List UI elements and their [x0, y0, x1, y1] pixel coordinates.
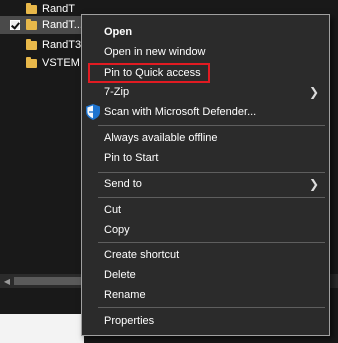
- menu-item-label: Rename: [104, 289, 146, 301]
- menu-item-copy[interactable]: Copy: [82, 220, 329, 240]
- folder-icon: [26, 56, 37, 68]
- menu-separator: [98, 125, 325, 126]
- menu-item-always-offline[interactable]: Always available offline: [82, 128, 329, 148]
- scroll-thumb[interactable]: [14, 277, 84, 285]
- file-row-randt-selected[interactable]: RandT...: [0, 16, 84, 34]
- menu-item-label: Create shortcut: [104, 249, 180, 261]
- context-menu: Open Open in new window Pin to Quick acc…: [81, 14, 330, 336]
- menu-item-pin-to-start[interactable]: Pin to Start: [82, 148, 329, 168]
- menu-item-create-shortcut[interactable]: Create shortcut: [82, 245, 329, 265]
- shield-icon: [86, 104, 100, 120]
- menu-item-delete[interactable]: Delete: [82, 265, 329, 285]
- file-name: RandT...: [42, 19, 83, 31]
- menu-item-label: Properties: [104, 315, 155, 327]
- file-name: RandT: [42, 3, 76, 15]
- menu-item-rename[interactable]: Rename: [82, 285, 329, 305]
- menu-item-label: Send to: [104, 178, 142, 190]
- menu-item-label: Open: [104, 26, 133, 38]
- menu-item-label: Open in new window: [104, 46, 206, 58]
- menu-item-label: Delete: [104, 269, 136, 281]
- file-name: RandT3: [42, 39, 82, 51]
- file-name: VSTEM: [42, 57, 80, 69]
- menu-item-label: Always available offline: [104, 132, 218, 144]
- file-row-randt3[interactable]: RandT3: [0, 36, 84, 54]
- menu-item-scan-defender[interactable]: Scan with Microsoft Defender...: [82, 102, 329, 122]
- folder-icon: [26, 38, 37, 50]
- folder-icon: [26, 18, 37, 30]
- menu-item-properties[interactable]: Properties: [82, 311, 329, 331]
- menu-separator: [98, 197, 325, 198]
- menu-item-7zip[interactable]: 7-Zip ❯: [82, 82, 329, 102]
- details-pane-strip: [0, 314, 84, 343]
- menu-item-label: Pin to Start: [104, 152, 159, 164]
- menu-item-open-new-window[interactable]: Open in new window: [82, 42, 329, 62]
- menu-item-label: 7-Zip: [104, 86, 130, 98]
- menu-item-label: Scan with Microsoft Defender...: [104, 106, 257, 118]
- submenu-arrow-icon: ❯: [308, 85, 319, 99]
- file-row-vstem[interactable]: VSTEM: [0, 54, 84, 72]
- menu-separator: [98, 172, 325, 173]
- row-checkbox-checked[interactable]: [10, 20, 20, 30]
- submenu-arrow-icon: ❯: [308, 177, 319, 191]
- menu-separator: [98, 307, 325, 308]
- menu-item-label: Cut: [104, 204, 122, 216]
- menu-item-send-to[interactable]: Send to ❯: [82, 174, 329, 194]
- menu-item-open[interactable]: Open: [82, 22, 329, 42]
- highlight-annotation-box: [88, 63, 210, 83]
- folder-icon: [26, 2, 37, 14]
- scroll-left-arrow-icon[interactable]: ◀: [2, 276, 12, 286]
- menu-separator: [98, 242, 325, 243]
- menu-item-cut[interactable]: Cut: [82, 200, 329, 220]
- menu-item-label: Copy: [104, 224, 130, 236]
